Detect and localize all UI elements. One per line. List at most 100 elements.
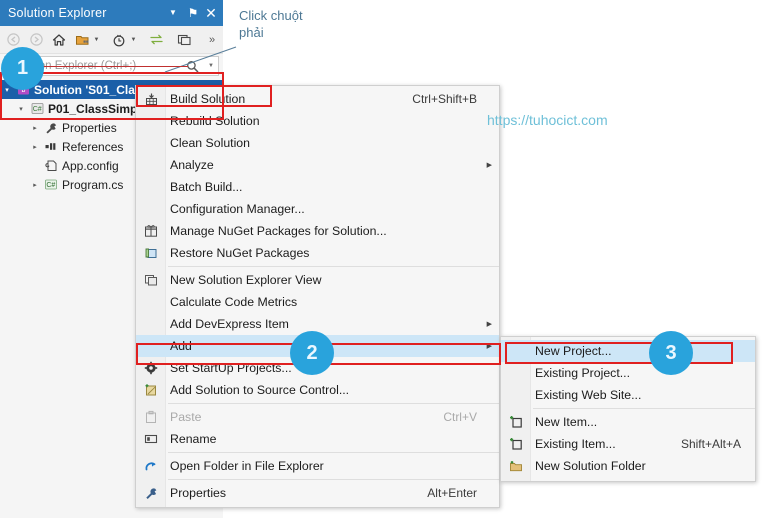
menu-item-shortcut: Alt+Enter — [427, 486, 477, 500]
source-control-icon — [136, 383, 166, 397]
menu-item-label: Add Solution to Source Control... — [170, 383, 350, 397]
existing-item-icon — [501, 437, 531, 451]
menu-item-label: Rename — [170, 432, 217, 446]
menu-separator — [168, 403, 499, 404]
submenu-item-new-solution-folder[interactable]: New Solution Folder — [501, 455, 755, 477]
properties-wrench-icon — [42, 121, 60, 134]
solution-view-icon[interactable] — [72, 29, 92, 51]
menu-item-add-solution-to-source-control[interactable]: Add Solution to Source Control... — [136, 379, 499, 401]
submenu-item-existing-project[interactable]: Existing Project... — [501, 362, 755, 384]
menu-item-calculate-code-metrics[interactable]: Calculate Code Metrics — [136, 291, 499, 313]
submenu-separator — [533, 408, 755, 409]
dropdown-icon[interactable]: ▼ — [163, 0, 183, 26]
step-badge-1: 1 — [1, 47, 44, 90]
step-badge-label: 1 — [16, 57, 29, 79]
pin-icon[interactable]: ⚑ — [183, 0, 203, 26]
annotation-note: Click chuột phải — [239, 7, 303, 41]
submenu-arrow-icon: ▶ — [486, 162, 492, 169]
expander-icon[interactable]: ▸ — [28, 124, 42, 132]
new-solution-folder-icon — [501, 459, 531, 473]
annotation-strikethrough — [38, 66, 188, 67]
menu-item-label: New Item... — [535, 415, 598, 429]
home-icon[interactable] — [49, 29, 69, 51]
pending-changes-clock-icon[interactable] — [109, 29, 129, 51]
menu-item-label: Batch Build... — [170, 180, 243, 194]
gear-icon — [136, 361, 166, 375]
submenu-item-existing-item[interactable]: Existing Item... Shift+Alt+A — [501, 433, 755, 455]
menu-separator — [168, 266, 499, 267]
search-options-chevron-down-icon[interactable]: ▼ — [208, 63, 218, 69]
menu-item-restore-nuget-packages[interactable]: Restore NuGet Packages — [136, 242, 499, 264]
context-menu: Build Solution Ctrl+Shift+B Rebuild Solu… — [135, 85, 500, 508]
menu-item-new-solution-explorer-view[interactable]: New Solution Explorer View — [136, 269, 499, 291]
new-item-icon — [501, 415, 531, 429]
pending-changes-chevron-down-icon[interactable]: ▼ — [129, 29, 138, 51]
step-badge-label: 2 — [306, 341, 318, 364]
close-icon[interactable]: ✕ — [203, 0, 223, 26]
submenu-arrow-icon: ▶ — [486, 321, 492, 328]
expander-icon[interactable]: ▸ — [28, 143, 42, 151]
menu-item-shortcut: Ctrl+Shift+B — [412, 92, 477, 106]
menu-item-rebuild-solution[interactable]: Rebuild Solution — [136, 110, 499, 132]
menu-item-open-folder-in-file-explorer[interactable]: Open Folder in File Explorer — [136, 455, 499, 477]
annotation-note-line-1: Click chuột — [239, 8, 303, 23]
menu-item-label: Open Folder in File Explorer — [170, 459, 324, 473]
menu-separator — [168, 479, 499, 480]
menu-item-label: Add DevExpress Item — [170, 317, 289, 331]
tree-item-label: References — [62, 139, 124, 154]
menu-item-manage-nuget-packages[interactable]: Manage NuGet Packages for Solution... — [136, 220, 499, 242]
submenu-arrow-icon: ▶ — [486, 343, 492, 350]
menu-item-rename[interactable]: Rename — [136, 428, 499, 450]
menu-item-label: Restore NuGet Packages — [170, 246, 310, 260]
build-icon — [136, 92, 166, 107]
menu-item-label: Properties — [170, 486, 227, 500]
submenu-item-new-project[interactable]: New Project... — [501, 340, 755, 362]
overflow-icon[interactable]: » — [202, 29, 222, 51]
sync-with-active-document-icon[interactable] — [146, 29, 166, 51]
svg-text:C#: C# — [46, 182, 55, 189]
solution-view-chevron-down-icon[interactable]: ▼ — [92, 29, 101, 51]
menu-item-shortcut: Shift+Alt+A — [680, 437, 741, 451]
restore-nuget-icon — [136, 246, 166, 260]
submenu-item-new-item[interactable]: New Item... — [501, 411, 755, 433]
step-badge-label: 3 — [665, 341, 677, 364]
annotation-note-line-2: phải — [239, 25, 264, 40]
paste-icon — [136, 410, 166, 424]
open-folder-icon — [136, 459, 166, 473]
menu-item-label: Existing Item... — [535, 437, 616, 451]
menu-item-label: Set StartUp Projects... — [170, 361, 292, 375]
menu-item-build-solution[interactable]: Build Solution Ctrl+Shift+B — [136, 88, 499, 110]
menu-item-paste: Paste Ctrl+V — [136, 406, 499, 428]
step-badge-2: 2 — [290, 331, 334, 375]
properties-window-icon[interactable] — [174, 29, 194, 51]
add-submenu: New Project... Existing Project... Exist… — [500, 336, 756, 482]
expander-icon[interactable]: ▸ — [28, 181, 42, 189]
menu-item-label: Paste — [170, 410, 202, 424]
search-icon[interactable] — [186, 60, 208, 73]
menu-item-label: Analyze — [170, 158, 214, 172]
properties-wrench-icon — [136, 486, 166, 500]
menu-separator — [168, 452, 499, 453]
menu-item-label: Manage NuGet Packages for Solution... — [170, 224, 387, 238]
csharp-file-icon: C# — [42, 178, 60, 191]
menu-item-configuration-manager[interactable]: Configuration Manager... — [136, 198, 499, 220]
config-file-icon — [42, 159, 60, 172]
expander-icon[interactable]: ▾ — [14, 105, 28, 113]
menu-item-shortcut: Ctrl+V — [443, 410, 477, 424]
menu-item-label: Configuration Manager... — [170, 202, 305, 216]
menu-item-batch-build[interactable]: Batch Build... — [136, 176, 499, 198]
solution-explorer-titlebar: Solution Explorer ▼ ⚑ ✕ — [0, 0, 223, 26]
menu-item-clean-solution[interactable]: Clean Solution — [136, 132, 499, 154]
menu-item-analyze[interactable]: Analyze ▶ — [136, 154, 499, 176]
menu-item-label: Build Solution — [170, 92, 246, 106]
tree-item-label: Program.cs — [62, 177, 124, 192]
menu-item-properties[interactable]: Properties Alt+Enter — [136, 482, 499, 504]
submenu-item-existing-web-site[interactable]: Existing Web Site... — [501, 384, 755, 406]
references-icon — [42, 140, 60, 153]
svg-text:C#: C# — [32, 106, 41, 113]
menu-item-label: Calculate Code Metrics — [170, 295, 298, 309]
menu-item-label: Existing Web Site... — [535, 388, 642, 402]
tree-item-label: Solution 'S01_Class — [34, 82, 149, 97]
watermark-text: https://tuhocict.com — [487, 112, 608, 128]
tree-item-label: Properties — [62, 120, 117, 135]
